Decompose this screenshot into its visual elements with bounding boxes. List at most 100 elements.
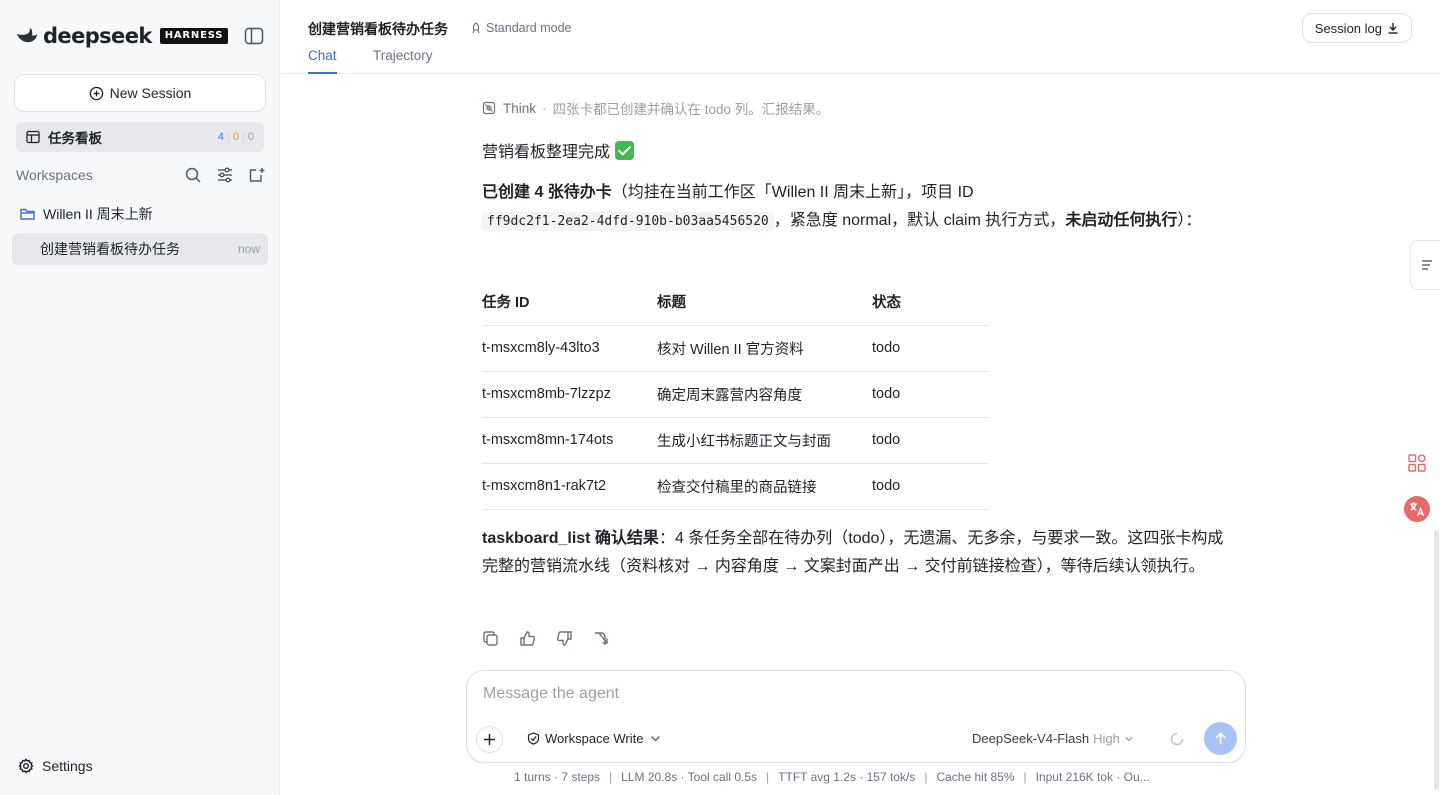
task-board-item[interactable]: 任务看板 4 | 0 | 0: [16, 122, 264, 152]
mode-label: Standard mode: [486, 21, 572, 35]
not-started-bold: 未启动任何执行: [1065, 212, 1178, 229]
task-board-label: 任务看板: [48, 131, 102, 146]
think-label: Think: [503, 100, 537, 116]
workspace-folder[interactable]: Willen II 周末上新: [20, 204, 153, 224]
table-header-row: 任务 ID 标题 状态: [482, 279, 989, 326]
tab-trajectory[interactable]: Trajectory: [373, 48, 433, 74]
table-header: 任务 ID: [482, 279, 657, 326]
table-header: 标题: [657, 279, 872, 326]
table-row: t-msxcm8mb-7lzzpz 确定周末露营内容角度 todo: [482, 371, 989, 418]
spinner-icon: [1170, 732, 1184, 746]
doing-count: 0: [232, 131, 240, 143]
created-bold: 已创建 4 张待办卡: [482, 184, 612, 201]
message-input[interactable]: [483, 685, 1223, 703]
workspace-name: Willen II 周末上新: [43, 206, 153, 222]
apps-icon: [1408, 454, 1426, 472]
effort-label: High: [1093, 731, 1120, 746]
board-icon: [26, 130, 40, 144]
chevron-down-icon: [1125, 736, 1133, 741]
task-id-cell: t-msxcm8n1-rak7t2: [482, 463, 657, 510]
think-text: 四张卡都已创建并确认在 todo 列。汇报结果。: [552, 102, 830, 117]
session-time: now: [237, 242, 260, 256]
apps-button[interactable]: [1404, 450, 1430, 476]
stats-llm: LLM 20.8s · Tool call 0.5s: [621, 770, 758, 784]
arrow-up-icon: [1215, 732, 1226, 744]
outline-icon: [1422, 260, 1432, 270]
plus-circle-icon: [89, 86, 103, 100]
session-log-label: Session log: [1314, 20, 1382, 36]
think-summary[interactable]: Think · 四张卡都已创建并确认在 todo 列。汇报结果。: [482, 98, 829, 118]
task-status-cell: todo: [872, 417, 989, 464]
created-text: （均挂在当前工作区「Willen II 周末上新」，项目 ID: [611, 184, 974, 201]
table-row: t-msxcm8ly-43lto3 核对 Willen II 官方资料 todo: [482, 325, 989, 372]
workspaces-title: Workspaces: [16, 167, 93, 183]
search-icon[interactable]: [184, 166, 202, 184]
task-status-cell: todo: [872, 371, 989, 418]
stats-turns: 1 turns · 7 steps: [514, 770, 601, 784]
whale-logo-icon: [17, 28, 37, 43]
stats-ttft: TTFT avg 1.2s · 157 tok/s: [778, 770, 916, 784]
message-title-text: 营销看板整理完成: [482, 144, 611, 161]
workspaces-header: Workspaces: [16, 165, 266, 185]
stats-input: Input 216K tok · Ou...: [1035, 770, 1150, 784]
message-actions: [482, 630, 610, 647]
confirm-bold: taskboard_list 确认结果: [482, 530, 659, 547]
new-session-button[interactable]: New Session: [14, 74, 266, 112]
scrollbar-thumb[interactable]: [1434, 530, 1439, 790]
shield-icon: [527, 732, 540, 745]
settings-label: Settings: [42, 758, 93, 774]
task-id-cell: t-msxcm8mb-7lzzpz: [482, 371, 657, 418]
copy-icon[interactable]: [482, 630, 499, 647]
task-status-cell: todo: [872, 463, 989, 510]
branch-icon[interactable]: [593, 630, 610, 647]
tab-chat[interactable]: Chat: [308, 48, 337, 74]
session-label: 创建营销看板待办任务: [40, 241, 180, 257]
thumbs-down-icon[interactable]: [556, 630, 573, 647]
brand-logo[interactable]: deepseek HARNESS: [16, 24, 229, 48]
created-end: ）：: [1177, 212, 1202, 229]
mode-icon: [472, 22, 480, 34]
project-id-code: ff9dc2f1-2ea2-4dfd-910b-b03aa5456520: [482, 212, 774, 231]
translate-icon: [1410, 502, 1425, 517]
gear-icon: [18, 758, 34, 774]
task-title-cell: 检查交付稿里的商品链接: [657, 463, 872, 510]
filter-icon[interactable]: [216, 166, 234, 184]
created-paragraph: 已创建 4 张待办卡（均挂在当前工作区「Willen II 周末上新」，项目 I…: [482, 179, 1222, 236]
session-log-button[interactable]: Session log: [1301, 13, 1412, 43]
created-text-2: ，紧急度 normal，默认 claim 执行方式，: [773, 212, 1066, 229]
plus-icon: [484, 734, 495, 745]
settings-button[interactable]: Settings: [18, 758, 93, 774]
session-stats: 1 turns · 7 steps | LLM 20.8s · Tool call …: [514, 770, 1150, 784]
table-row: t-msxcm8n1-rak7t2 检查交付稿里的商品链接 todo: [482, 463, 989, 510]
add-attachment-button[interactable]: [476, 726, 503, 753]
task-status-cell: todo: [872, 325, 989, 372]
stats-cache: Cache hit 85%: [936, 770, 1015, 784]
task-table: 任务 ID 标题 状态 t-msxcm8ly-43lto3 核对 Willen …: [482, 279, 989, 510]
chevron-down-icon: [650, 735, 660, 742]
mode-indicator[interactable]: Standard mode: [470, 21, 571, 35]
think-icon: [482, 101, 496, 115]
task-counts: 4 | 0 | 0: [217, 131, 254, 143]
brand-name: deepseek: [43, 24, 152, 48]
outline-toggle[interactable]: [1410, 240, 1440, 290]
session-item[interactable]: 创建营销看板待办任务 now: [12, 233, 268, 265]
task-title-cell: 确定周末露营内容角度: [657, 371, 872, 418]
permission-selector[interactable]: Workspace Write: [527, 731, 662, 746]
sidebar-toggle-icon[interactable]: [244, 27, 264, 45]
folder-icon: [20, 208, 35, 220]
message-composer: Workspace Write DeepSeek-V4-Flash High: [466, 670, 1246, 763]
done-count: 0: [247, 131, 254, 143]
translate-button[interactable]: [1404, 496, 1430, 522]
thumbs-up-icon[interactable]: [519, 630, 536, 647]
model-selector[interactable]: DeepSeek-V4-Flash High: [972, 731, 1134, 746]
table-row: t-msxcm8mn-174ots 生成小红书标题正文与封面 todo: [482, 417, 989, 464]
permission-label: Workspace Write: [545, 731, 644, 746]
task-id-cell: t-msxcm8ly-43lto3: [482, 325, 657, 372]
confirm-paragraph: taskboard_list 确认结果：4 条任务全部在待办列（todo），无遗…: [482, 525, 1234, 581]
send-button[interactable]: [1204, 722, 1237, 755]
check-mark-icon: [615, 140, 635, 160]
task-id-cell: t-msxcm8mn-174ots: [482, 417, 657, 464]
todo-count: 4: [217, 131, 225, 143]
download-icon: [1388, 23, 1398, 34]
new-folder-icon[interactable]: [248, 166, 266, 184]
